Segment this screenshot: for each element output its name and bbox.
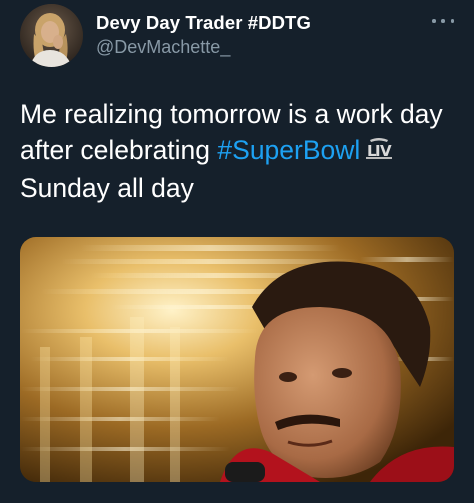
tweet-text-segment: after celebrating: [20, 135, 218, 165]
more-options-icon-dot: [441, 19, 445, 23]
media-image: [20, 237, 454, 482]
tweet-text: Me realizing tomorrow is a work day afte…: [20, 96, 460, 206]
tweet-text-line: Me realizing tomorrow is a work day: [20, 99, 443, 129]
tweet-media[interactable]: [20, 237, 454, 482]
super-bowl-lv-logo-icon: L I V: [365, 134, 393, 170]
tweet-text-line: after celebrating #SuperBowl L I V: [20, 132, 460, 170]
more-options-icon-dot: [450, 19, 454, 23]
more-options-icon: [432, 19, 436, 23]
display-name[interactable]: Devy Day Trader #DDTG: [96, 12, 311, 34]
more-options-button[interactable]: [432, 14, 454, 28]
tweet-text-line: Sunday all day: [20, 173, 194, 203]
avatar[interactable]: [20, 4, 83, 67]
avatar-image: [20, 4, 83, 67]
user-handle[interactable]: @DevMachette_: [96, 37, 230, 58]
hashtag-link[interactable]: #SuperBowl: [217, 135, 360, 165]
